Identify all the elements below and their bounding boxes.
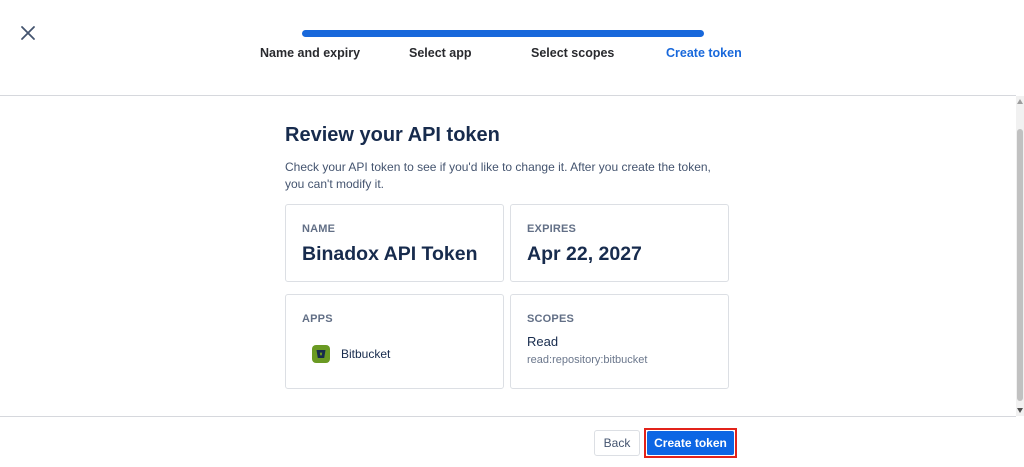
expires-label: EXPIRES xyxy=(527,223,577,235)
wizard-footer: Back Create token xyxy=(0,417,1024,467)
expires-card: EXPIRES Apr 22, 2027 xyxy=(510,204,729,282)
app-item: Bitbucket xyxy=(312,345,390,363)
scroll-down-arrow-icon[interactable] xyxy=(1017,408,1023,413)
scroll-up-arrow-icon[interactable] xyxy=(1017,99,1023,104)
apps-label: APPS xyxy=(302,313,333,325)
step-select-app[interactable]: Select app xyxy=(409,46,472,60)
scopes-label: SCOPES xyxy=(527,313,575,325)
app-name: Bitbucket xyxy=(341,347,391,361)
expiry-date: Apr 22, 2027 xyxy=(527,243,642,265)
token-name: Binadox API Token xyxy=(302,243,478,265)
vertical-scrollbar[interactable] xyxy=(1016,96,1024,416)
page-title: Review your API token xyxy=(285,124,500,146)
progress-bar xyxy=(302,30,704,37)
scope-identifier: read:repository:bitbucket xyxy=(527,354,648,366)
back-button[interactable]: Back xyxy=(594,430,640,456)
apps-card: APPS Bitbucket xyxy=(285,294,504,389)
scrollbar-thumb[interactable] xyxy=(1017,129,1023,401)
wizard-header: Name and expiry Select app Select scopes… xyxy=(0,0,1024,95)
bitbucket-icon xyxy=(312,345,330,363)
step-name-and-expiry[interactable]: Name and expiry xyxy=(260,46,360,60)
name-card: NAME Binadox API Token xyxy=(285,204,504,282)
scopes-card: SCOPES Read read:repository:bitbucket xyxy=(510,294,729,389)
create-token-button[interactable]: Create token xyxy=(647,431,734,455)
name-label: NAME xyxy=(302,223,336,235)
review-content: Review your API token Check your API tok… xyxy=(0,96,1016,416)
close-icon xyxy=(21,26,35,40)
close-button[interactable] xyxy=(17,22,39,44)
scope-level: Read xyxy=(527,334,559,349)
step-select-scopes[interactable]: Select scopes xyxy=(531,46,614,60)
step-create-token[interactable]: Create token xyxy=(666,46,742,60)
page-description: Check your API token to see if you'd lik… xyxy=(285,160,711,191)
